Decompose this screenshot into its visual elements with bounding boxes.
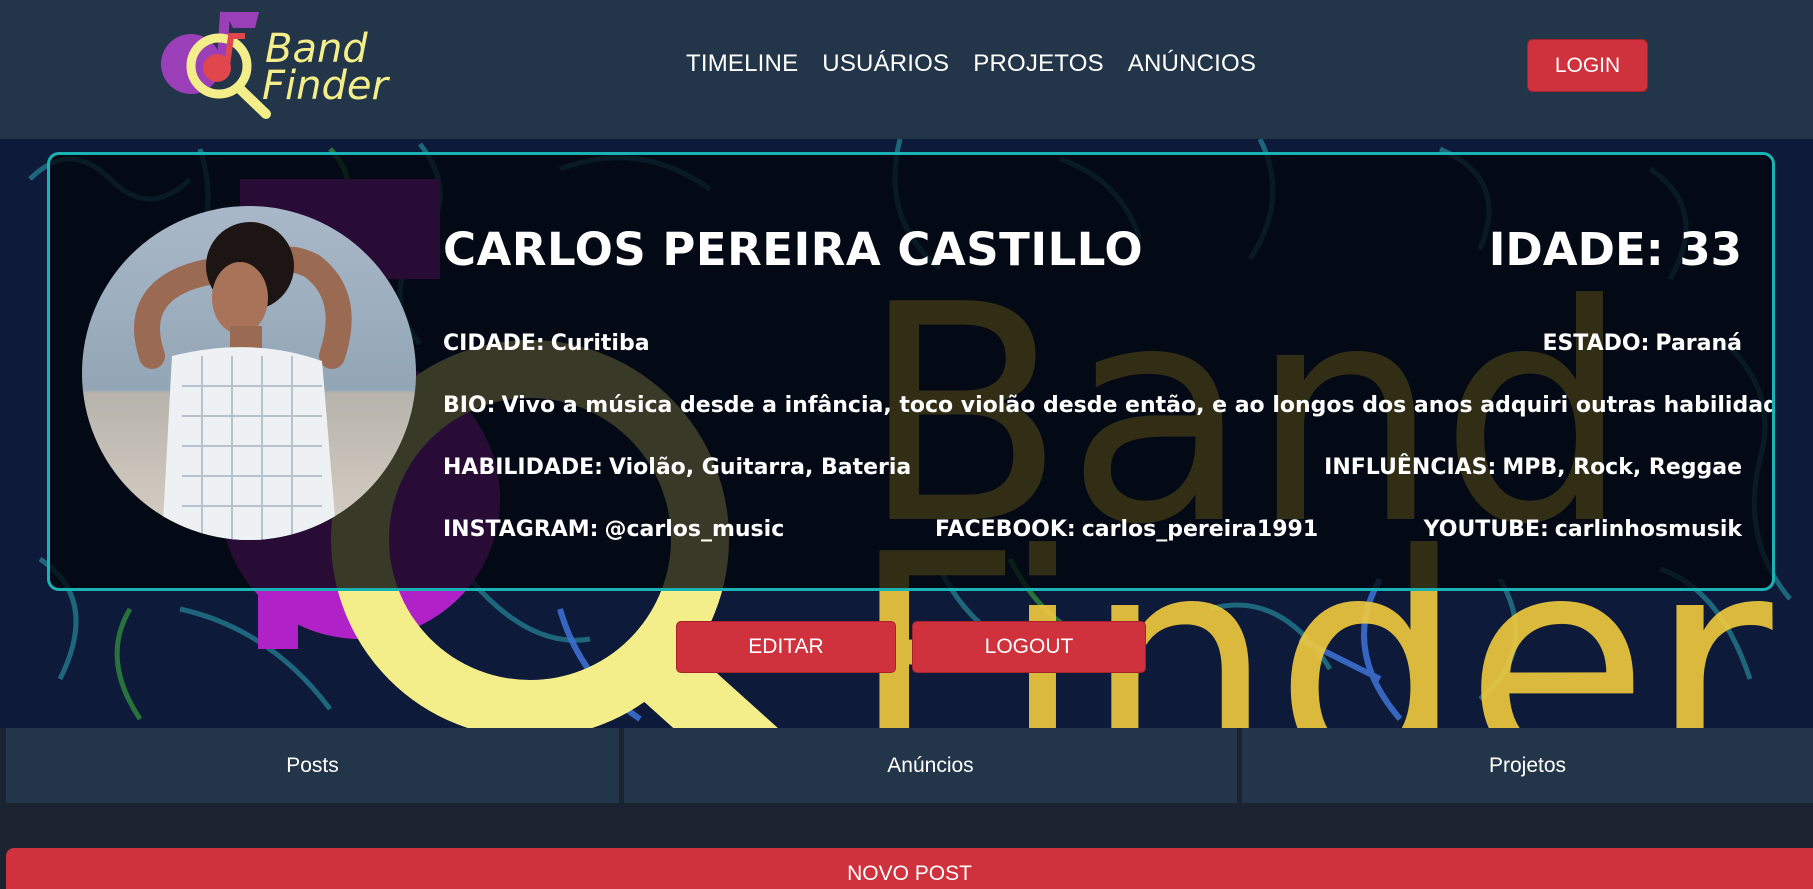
habilidade-value: Violão, Guitarra, Bateria: [608, 455, 912, 480]
instagram-value[interactable]: @carlos_music: [604, 517, 784, 542]
logout-button[interactable]: LOGOUT: [912, 621, 1146, 673]
profile-facebook[interactable]: FACEBOOK: carlos_pereira1991: [935, 517, 1318, 542]
youtube-value[interactable]: carlinhosmusik: [1555, 517, 1742, 542]
cidade-label: CIDADE:: [443, 331, 545, 356]
nav-projetos[interactable]: PROJETOS: [973, 50, 1104, 78]
profile-instagram[interactable]: INSTAGRAM: @carlos_music: [443, 517, 784, 542]
edit-profile-button[interactable]: EDITAR: [676, 621, 896, 673]
influencias-label: INFLUÊNCIAS:: [1324, 455, 1497, 480]
profile-photo-image: [82, 206, 416, 540]
profile-estado: ESTADO: Paraná: [1542, 331, 1742, 356]
age-value: 33: [1679, 223, 1742, 276]
tab-posts[interactable]: Posts: [6, 728, 619, 803]
facebook-value[interactable]: carlos_pereira1991: [1082, 517, 1318, 542]
youtube-label: YOUTUBE:: [1423, 517, 1549, 542]
facebook-label: FACEBOOK:: [935, 517, 1076, 542]
profile-youtube[interactable]: YOUTUBE: carlinhosmusik: [1424, 517, 1742, 542]
influencias-value: MPB, Rock, Reggae: [1502, 455, 1742, 480]
tab-anuncios[interactable]: Anúncios: [624, 728, 1237, 803]
login-button[interactable]: LOGIN: [1527, 39, 1648, 92]
bio-value: Vivo a música desde a infância, toco vio…: [501, 393, 1775, 418]
profile-influencias: INFLUÊNCIAS: MPB, Rock, Reggae: [1324, 455, 1742, 480]
profile-name: CARLOS PEREIRA CASTILLO: [443, 223, 1144, 276]
habilidade-label: HABILIDADE:: [443, 455, 603, 480]
band-finder-logo[interactable]: Band Finder: [155, 6, 395, 122]
nav-usuarios[interactable]: USUÁRIOS: [822, 50, 949, 78]
age-label: IDADE:: [1488, 223, 1664, 276]
logo-text-line2: Finder: [262, 63, 390, 109]
nav-anuncios[interactable]: ANÚNCIOS: [1128, 50, 1256, 78]
top-navbar: Band Finder TIMELINE USUÁRIOS PROJETOS A…: [0, 0, 1813, 139]
bio-label: BIO:: [443, 393, 496, 418]
profile-bio: BIO: Vivo a música desde a infância, toco…: [443, 393, 1775, 418]
new-post-button[interactable]: NOVO POST: [6, 848, 1813, 889]
profile-card: CARLOS PEREIRA CASTILLO IDADE: 33 CIDADE…: [47, 152, 1775, 591]
cidade-value: Curitiba: [550, 331, 650, 356]
profile-habilidade: HABILIDADE: Violão, Guitarra, Bateria: [443, 455, 911, 480]
estado-label: ESTADO:: [1542, 331, 1650, 356]
estado-value: Paraná: [1655, 331, 1742, 356]
profile-age: IDADE: 33: [1489, 223, 1742, 276]
profile-avatar: [82, 206, 416, 540]
nav-timeline[interactable]: TIMELINE: [686, 50, 798, 78]
instagram-label: INSTAGRAM:: [443, 517, 599, 542]
tab-projetos[interactable]: Projetos: [1242, 728, 1813, 803]
profile-cidade: CIDADE: Curitiba: [443, 331, 650, 356]
main-nav: TIMELINE USUÁRIOS PROJETOS ANÚNCIOS: [686, 50, 1256, 78]
